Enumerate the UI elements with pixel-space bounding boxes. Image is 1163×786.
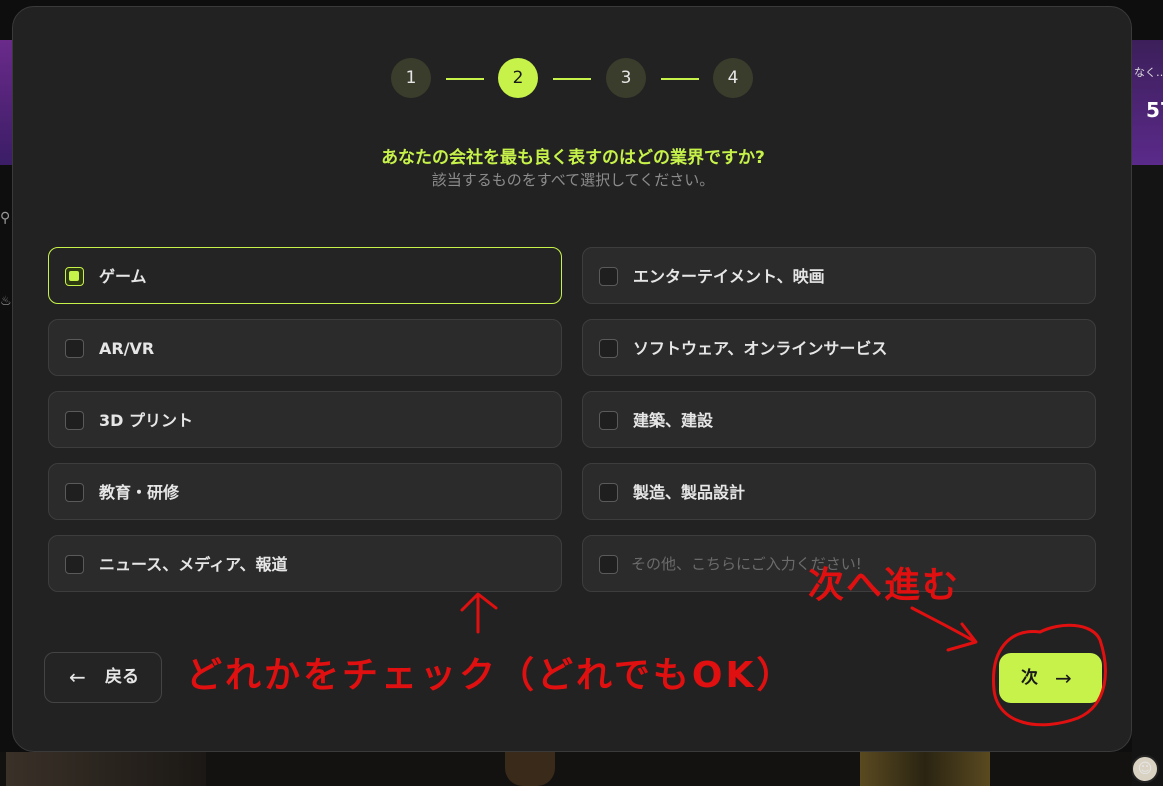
option-label: エンターテイメント、映画	[633, 267, 825, 286]
step-3: 3	[606, 58, 646, 98]
step-2-current: 2	[498, 58, 538, 98]
back-button[interactable]: ← 戻る	[44, 652, 162, 703]
checkbox-icon[interactable]	[599, 483, 618, 502]
option-entertainment[interactable]: エンターテイメント、映画	[582, 247, 1096, 304]
next-button[interactable]: 次 →	[999, 653, 1102, 703]
option-ar-vr[interactable]: AR/VR	[48, 319, 562, 376]
option-label: 建築、建設	[633, 411, 714, 430]
checkbox-icon[interactable]	[599, 411, 618, 430]
option-label: 3D プリント	[99, 411, 193, 430]
option-label: AR/VR	[99, 339, 155, 358]
step-connector-2	[553, 78, 591, 80]
step-connector-1	[446, 78, 484, 80]
option-label: ゲーム	[99, 267, 147, 286]
option-label: ニュース、メディア、報道	[99, 555, 288, 574]
option-news-media[interactable]: ニュース、メディア、報道	[48, 535, 562, 592]
annotation-next-hint: 次へ進む	[808, 565, 961, 606]
question-title: あなたの会社を最も良く表すのはどの業界ですか?	[381, 148, 765, 168]
checkbox-icon[interactable]	[599, 267, 618, 286]
checkbox-checked-icon[interactable]	[65, 267, 84, 286]
step-connector-3	[661, 78, 699, 80]
step-4: 4	[713, 58, 753, 98]
background-image-3	[860, 752, 990, 786]
industry-survey-modal: 1 2 3 4 あなたの会社を最も良く表すのはどの業界ですか? 該当するものをす…	[12, 6, 1132, 752]
option-software[interactable]: ソフトウェア、オンラインサービス	[582, 319, 1096, 376]
option-manufacturing[interactable]: 製造、製品設計	[582, 463, 1096, 520]
background-banner-right: なく… 57	[1132, 40, 1163, 165]
option-label: ソフトウェア、オンラインサービス	[633, 339, 888, 358]
background-image-2	[505, 752, 555, 786]
checkbox-icon[interactable]	[599, 339, 618, 358]
background-bottom-strip	[0, 752, 1132, 786]
background-right-panel	[1132, 165, 1163, 786]
option-3d-print[interactable]: 3D プリント	[48, 391, 562, 448]
arrow-left-icon: ←	[69, 665, 86, 689]
checkbox-icon[interactable]	[65, 483, 84, 502]
background-avatar-icon: ☺	[1131, 755, 1159, 783]
option-education[interactable]: 教育・研修	[48, 463, 562, 520]
background-image-1	[6, 752, 206, 786]
checkbox-icon[interactable]	[599, 555, 618, 574]
annotation-check-hint: どれかをチェック（どれでもOK）	[186, 655, 796, 696]
step-1: 1	[391, 58, 431, 98]
checkbox-icon[interactable]	[65, 555, 84, 574]
next-button-label: 次	[1021, 668, 1038, 688]
stepper: 1 2 3 4	[391, 58, 753, 98]
option-label: 教育・研修	[99, 483, 180, 502]
checkbox-icon[interactable]	[65, 339, 84, 358]
option-label: 製造、製品設計	[633, 483, 746, 502]
option-architecture[interactable]: 建築、建設	[582, 391, 1096, 448]
option-game[interactable]: ゲーム	[48, 247, 562, 304]
question-subtext: 該当するものをすべて選択してください。	[431, 171, 715, 189]
background-banner-number: 57	[1146, 98, 1163, 122]
back-button-label: 戻る	[105, 667, 139, 687]
arrow-right-icon: →	[1055, 666, 1072, 690]
background-banner-text: なく…	[1134, 66, 1163, 79]
checkbox-icon[interactable]	[65, 411, 84, 430]
